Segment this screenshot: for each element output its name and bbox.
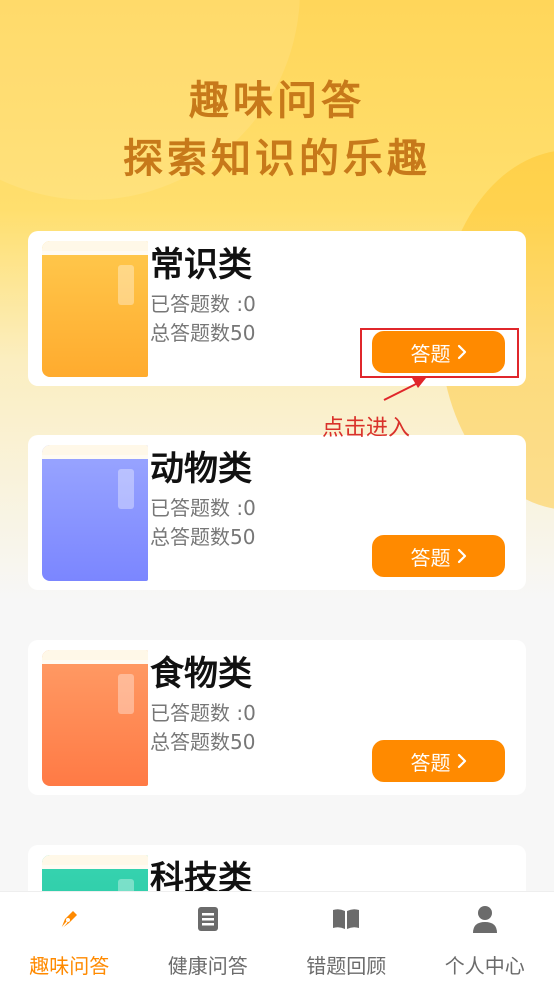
category-title: 食物类 (150, 654, 252, 694)
book-icon (42, 445, 148, 581)
total-count: 总答题数50 (150, 321, 256, 345)
book-icon (42, 241, 148, 377)
book-bookmark (118, 674, 134, 714)
tab-profile[interactable]: 个人中心 (416, 892, 554, 984)
category-title: 常识类 (150, 245, 252, 285)
tab-label: 个人中心 (444, 954, 525, 978)
bottom-tab-bar: 趣味问答 健康问答 错题回顾 个人中心 (0, 891, 554, 984)
chevron-right-icon (457, 548, 466, 564)
open-book-icon (331, 904, 361, 934)
answer-button-label: 答题 (410, 750, 451, 775)
answered-count: 已答题数 :0 (150, 701, 256, 725)
tab-fun-quiz[interactable]: 趣味问答 (0, 892, 139, 984)
category-card-animals[interactable]: 动物类 已答题数 :0 总答题数50 答题 (28, 435, 526, 590)
answer-button[interactable]: 答题 (372, 740, 505, 782)
book-bookmark (118, 469, 134, 509)
answer-button-label: 答题 (410, 545, 451, 570)
book-bookmark (118, 265, 134, 305)
book-pages (42, 241, 148, 255)
book-icon (42, 650, 148, 786)
page-title: 趣味问答 (189, 78, 365, 124)
book-pages (42, 855, 148, 869)
answered-count: 已答题数 :0 (150, 496, 256, 520)
page-subtitle: 探索知识的乐趣 (123, 136, 431, 182)
person-icon (470, 904, 500, 934)
book-pages (42, 650, 148, 664)
highlight-box (360, 328, 519, 378)
list-document-icon (193, 904, 223, 934)
answer-button[interactable]: 答题 (372, 535, 505, 577)
page-header: 趣味问答 探索知识的乐趣 (0, 72, 554, 188)
hint-label: 点击进入 (322, 416, 411, 441)
tab-label: 趣味问答 (29, 954, 110, 978)
tab-health-quiz[interactable]: 健康问答 (139, 892, 278, 984)
tab-label: 健康问答 (167, 954, 248, 978)
category-card-food[interactable]: 食物类 已答题数 :0 总答题数50 答题 (28, 640, 526, 795)
tab-label: 错题回顾 (306, 954, 387, 978)
total-count: 总答题数50 (150, 730, 256, 754)
chevron-right-icon (457, 753, 466, 769)
answered-count: 已答题数 :0 (150, 292, 256, 316)
tab-wrong-review[interactable]: 错题回顾 (277, 892, 416, 984)
pen-nib-icon (54, 904, 84, 934)
category-title: 动物类 (150, 449, 252, 489)
book-pages (42, 445, 148, 459)
arrow-icon (383, 378, 426, 401)
total-count: 总答题数50 (150, 525, 256, 549)
